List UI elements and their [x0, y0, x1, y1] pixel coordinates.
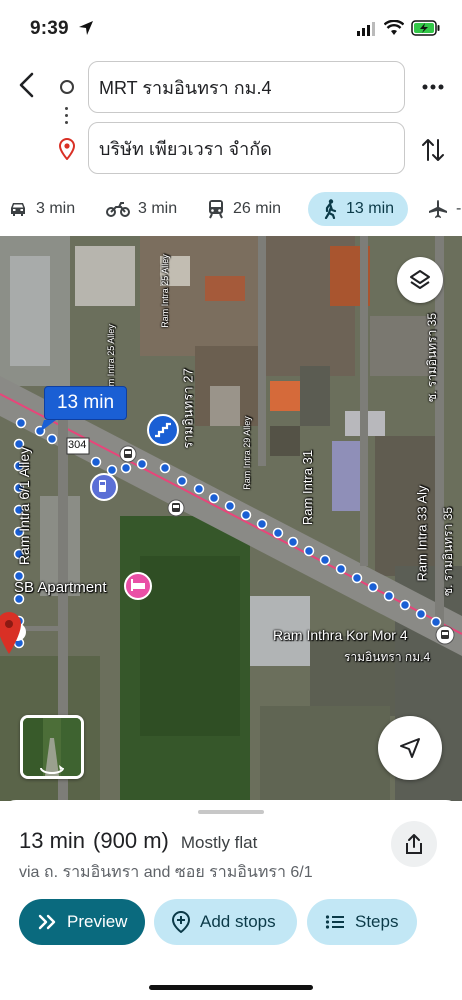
more-options-icon[interactable] [420, 78, 446, 96]
bus-stop-icon [119, 445, 137, 463]
mode-car[interactable]: 3 min [8, 192, 75, 226]
map-label-sb-apartment: SB Apartment [14, 579, 107, 596]
route-via: via ถ. รามอินทรา and ซอย รามอินทรา 6/1 [19, 864, 313, 881]
hotel-marker-icon [124, 572, 152, 600]
battery-charging-icon [411, 20, 440, 36]
map-label-ram-intra-61: Ram Intra 6/1 Alley [16, 446, 33, 566]
map-label-thai-35-top: ซ. รามอินทรา 35 [425, 312, 440, 403]
navigation-arrow-icon [400, 738, 420, 758]
street-view-thumbnail[interactable] [20, 715, 84, 779]
status-time: 9:39 [30, 18, 69, 39]
stairs-marker-icon [147, 414, 179, 446]
street-view-icon [23, 718, 81, 776]
route-duration: 13 min [19, 828, 86, 853]
mode-transit-label: 26 min [233, 200, 282, 217]
destination-pin-icon [59, 138, 75, 160]
cellular-signal-icon [357, 22, 375, 36]
map-label-ram-intra-29: Ram Intra 29 Alley [241, 416, 252, 490]
steps-button[interactable]: Steps [307, 899, 417, 945]
my-location-button[interactable] [378, 716, 442, 780]
sheet-grabber[interactable] [198, 810, 264, 814]
swap-icon[interactable] [420, 136, 446, 164]
share-icon [406, 834, 422, 854]
map-label-ram-intra-33: Ram Intra 33 Aly [414, 485, 430, 582]
route-terrain: Mostly flat [180, 833, 258, 852]
route-summary: 13 min (900 m) Mostly flat [19, 828, 257, 854]
mode-car-label: 3 min [36, 200, 76, 217]
steps-label: Steps [355, 912, 399, 931]
route-connector-icon [65, 107, 69, 128]
mode-motorcycle[interactable]: 3 min [106, 192, 177, 226]
layers-icon [410, 270, 430, 289]
route-time-bubble[interactable]: 13 min [44, 386, 127, 420]
preview-label: Preview [67, 912, 128, 931]
mode-transit[interactable]: 26 min [207, 192, 281, 226]
mode-walk-label: 13 min [346, 200, 395, 217]
car-icon [11, 203, 25, 216]
origin-marker-icon [60, 80, 74, 94]
preview-button[interactable]: Preview [19, 899, 145, 945]
home-indicator[interactable] [149, 985, 313, 990]
flight-icon [429, 200, 447, 218]
map-label-ram-intra-31: Ram Intra 31 [300, 449, 316, 526]
bus-stop-icon [167, 499, 185, 517]
travel-mode-bar: 3 min 3 min 26 min 13 min - [0, 192, 462, 228]
back-arrow-icon[interactable] [14, 70, 42, 100]
mode-walk[interactable]: 13 min [308, 192, 409, 226]
location-arrow-icon [79, 21, 93, 35]
road-shield-304: 304 [68, 439, 87, 451]
add-stops-label: Add stops [200, 912, 276, 931]
layers-button[interactable] [397, 257, 443, 303]
add-location-icon [172, 911, 190, 933]
station-marker-icon [435, 625, 455, 645]
map-label-ram-intra-27: รามอินทรา 27 [180, 368, 196, 449]
map-label-thai-35-bottom: ซ. รามอินทรา 35 [441, 506, 456, 597]
mode-motorcycle-label: 3 min [138, 200, 178, 217]
route-distance: (900 m) [93, 828, 169, 853]
mode-flight[interactable]: - [428, 192, 461, 226]
map-label-station-en: Ram Inthra Kor Mor 4 [273, 627, 408, 643]
destination-field[interactable]: บริษัท เพียวเวรา จำกัด [88, 122, 405, 174]
transit-icon [209, 200, 223, 219]
mode-flight-label: - [456, 200, 462, 217]
list-icon [325, 915, 344, 929]
double-chevron-icon [38, 914, 56, 930]
add-stops-button[interactable]: Add stops [154, 899, 297, 945]
motorcycle-icon [106, 202, 130, 217]
walk-icon [324, 199, 337, 219]
origin-field[interactable]: MRT รามอินทรา กม.4 [88, 61, 405, 113]
map-label-station-th: รามอินทรา กม.4 [344, 650, 431, 664]
share-button[interactable] [391, 821, 437, 867]
gas-station-icon [90, 473, 118, 501]
map-label-ram-intra-25: Ram Intra 25 Alley [159, 254, 170, 328]
wifi-icon [384, 20, 404, 35]
status-bar: 9:39 [0, 0, 462, 56]
